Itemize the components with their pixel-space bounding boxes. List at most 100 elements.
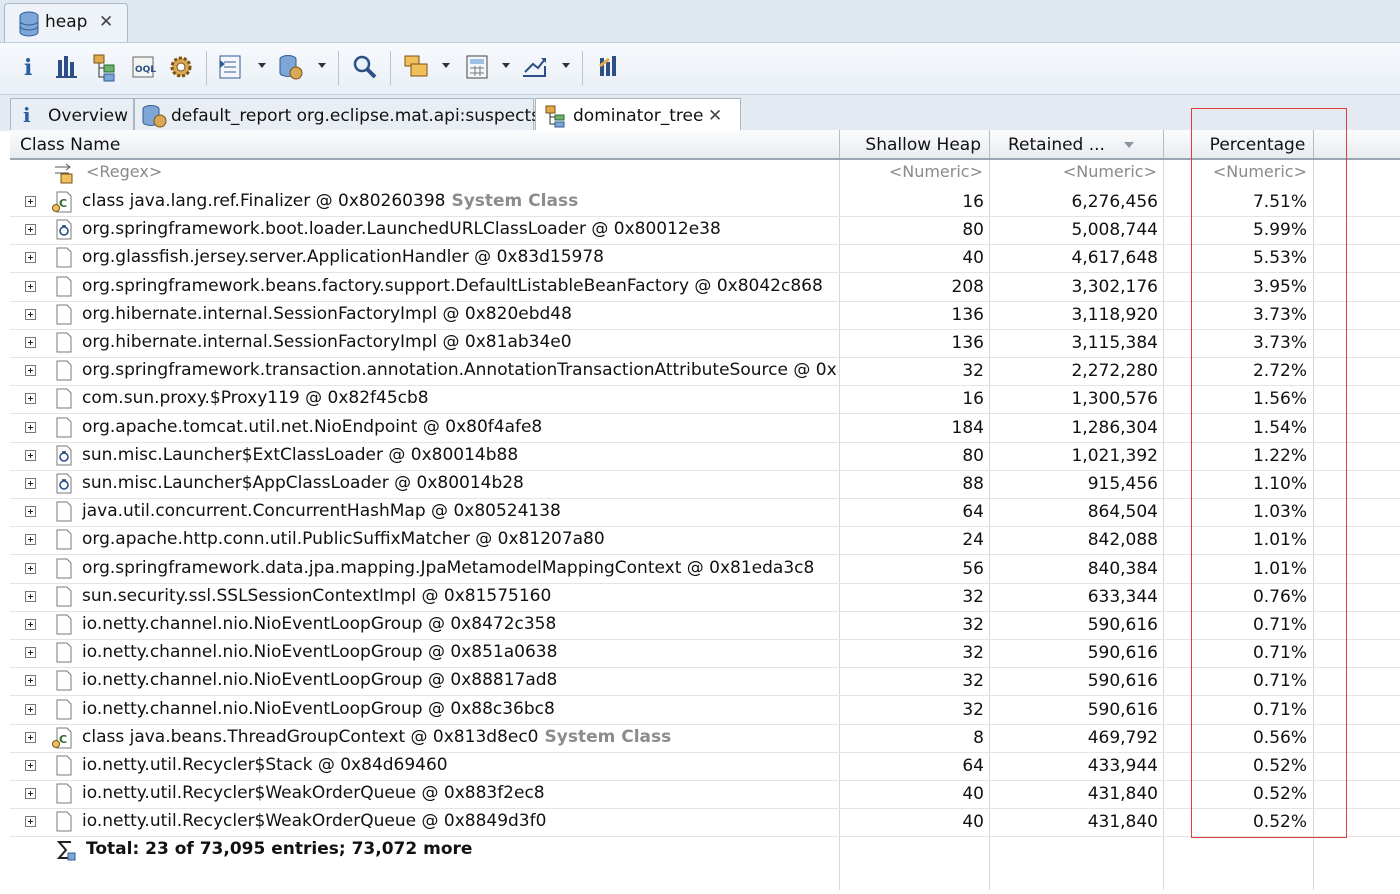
expand-icon[interactable]: [25, 562, 36, 574]
export-icon[interactable]: [520, 52, 550, 82]
table-row[interactable]: sun.misc.Launcher$ExtClassLoader @ 0x800…: [10, 442, 1400, 471]
tab-overview[interactable]: i Overview: [10, 98, 134, 132]
group-by-icon[interactable]: [402, 52, 432, 82]
table-row[interactable]: sun.misc.Launcher$AppClassLoader @ 0x800…: [10, 470, 1400, 499]
object-icon: [56, 614, 72, 635]
gear-icon[interactable]: [166, 52, 196, 82]
shallow-heap-cell: 32: [962, 615, 984, 635]
class-name-filter-input[interactable]: <Regex>: [86, 162, 162, 181]
class-name-cell: class java.beans.ThreadGroupContext @ 0x…: [82, 727, 838, 747]
query-browser-dropdown[interactable]: [258, 63, 266, 68]
heap-dump-overview-icon[interactable]: [276, 52, 306, 82]
retained-heap-cell: 3,115,384: [1071, 333, 1158, 353]
shallow-heap-cell: 136: [951, 333, 984, 353]
expand-icon[interactable]: [25, 760, 36, 771]
expand-icon[interactable]: [25, 703, 36, 715]
dominator-tree-icon[interactable]: [90, 52, 120, 82]
table-row[interactable]: Cclass java.lang.ref.Finalizer @ 0x80260…: [10, 188, 1400, 217]
table-row[interactable]: Cclass java.beans.ThreadGroupContext @ 0…: [10, 724, 1400, 753]
heap-dump-dropdown[interactable]: [318, 63, 326, 68]
oql-icon[interactable]: OQL: [128, 52, 158, 82]
table-row[interactable]: sun.security.ssl.SSLSessionContextImpl @…: [10, 583, 1400, 612]
column-header-percentage[interactable]: Percentage: [1164, 130, 1314, 158]
table-row[interactable]: org.apache.http.conn.util.PublicSuffixMa…: [10, 526, 1400, 556]
table-row[interactable]: com.sun.proxy.$Proxy119 @ 0x82f45cb8 16 1,…: [10, 385, 1400, 415]
expand-icon[interactable]: [25, 478, 36, 489]
retained-heap-filter-input[interactable]: <Numeric>: [990, 162, 1157, 181]
expand-icon[interactable]: [25, 675, 36, 687]
export-dropdown[interactable]: [562, 63, 570, 68]
shallow-heap-cell: 40: [962, 248, 984, 269]
retained-heap-cell: 842,088: [1087, 530, 1158, 551]
percentage-cell: 1.01%: [1252, 558, 1307, 579]
expand-icon[interactable]: [25, 506, 36, 518]
retained-heap-cell: 5,008,744: [1071, 220, 1158, 241]
percentage-filter-input[interactable]: <Numeric>: [1164, 162, 1307, 181]
shallow-heap-cell: 88: [962, 474, 984, 494]
table-row[interactable]: io.netty.util.Recycler$WeakOrderQueue @ …: [10, 808, 1400, 838]
tab-dominator-tree[interactable]: dominator_tree ✕: [535, 98, 741, 133]
shallow-heap-cell: 80: [962, 220, 984, 241]
table-row[interactable]: org.hibernate.internal.SessionFactoryImp…: [10, 329, 1400, 358]
column-header-retained-heap[interactable]: Retained ...: [990, 130, 1164, 158]
table-row[interactable]: io.netty.util.Recycler$Stack @ 0x84d6946…: [10, 752, 1400, 781]
shallow-heap-cell: 32: [962, 361, 984, 382]
object-label: io.netty.channel.nio.NioEventLoopGroup @…: [82, 670, 558, 691]
table-row[interactable]: org.springframework.transaction.annotati…: [10, 357, 1400, 387]
table-row[interactable]: java.util.concurrent.ConcurrentHashMap @…: [10, 498, 1400, 528]
expand-icon[interactable]: [25, 619, 36, 630]
table-row[interactable]: io.netty.channel.nio.NioEventLoopGroup @…: [10, 611, 1400, 640]
calculator-dropdown[interactable]: [502, 63, 510, 68]
expand-icon[interactable]: [25, 731, 36, 743]
info-icon[interactable]: i: [14, 52, 44, 82]
sum-icon: [56, 841, 76, 861]
close-icon[interactable]: ✕: [99, 12, 113, 32]
svg-text:C: C: [59, 733, 67, 746]
object-label: sun.security.ssl.SSLSessionContextImpl @…: [82, 585, 552, 606]
expand-icon[interactable]: [25, 421, 36, 433]
table-header: Class Name Shallow Heap Retained ... Per…: [10, 130, 1400, 160]
pin-icon[interactable]: [594, 52, 624, 82]
expand-icon[interactable]: [25, 196, 36, 207]
histogram-icon[interactable]: [52, 52, 82, 82]
column-header-class-name[interactable]: Class Name: [10, 130, 840, 158]
query-browser-icon[interactable]: [216, 52, 246, 82]
calculator-icon[interactable]: [462, 52, 492, 82]
table-row[interactable]: org.glassfish.jersey.server.ApplicationH…: [10, 244, 1400, 274]
table-row[interactable]: org.springframework.data.jpa.mapping.Jpa…: [10, 555, 1400, 584]
table-row[interactable]: org.hibernate.internal.SessionFactoryImp…: [10, 301, 1400, 330]
search-icon[interactable]: [350, 52, 380, 82]
column-header-shallow-heap[interactable]: Shallow Heap: [840, 130, 990, 158]
table-row[interactable]: io.netty.channel.nio.NioEventLoopGroup @…: [10, 696, 1400, 725]
expand-icon[interactable]: [25, 534, 36, 546]
tab-default-report[interactable]: default_report org.eclipse.mat.api:suspe…: [134, 98, 540, 132]
table-row[interactable]: io.netty.util.Recycler$WeakOrderQueue @ …: [10, 780, 1400, 810]
retained-heap-cell: 590,616: [1087, 615, 1158, 635]
percentage-cell: 1.01%: [1252, 530, 1307, 551]
retained-heap-cell: 4,617,648: [1071, 248, 1158, 269]
expand-icon[interactable]: [25, 449, 36, 461]
expand-icon[interactable]: [25, 308, 36, 320]
percentage-cell: 1.56%: [1252, 389, 1307, 410]
table-row[interactable]: io.netty.channel.nio.NioEventLoopGroup @…: [10, 667, 1400, 697]
group-by-dropdown[interactable]: [442, 63, 450, 68]
table-row[interactable]: org.apache.tomcat.util.net.NioEndpoint @…: [10, 414, 1400, 443]
retained-heap-cell: 6,276,456: [1071, 192, 1158, 212]
close-icon[interactable]: ✕: [708, 106, 722, 126]
expand-icon[interactable]: [25, 365, 36, 377]
table-row[interactable]: io.netty.channel.nio.NioEventLoopGroup @…: [10, 639, 1400, 669]
shallow-heap-filter-input[interactable]: <Numeric>: [840, 162, 983, 181]
expand-icon[interactable]: [25, 590, 36, 602]
table-row[interactable]: org.springframework.boot.loader.Launched…: [10, 216, 1400, 246]
expand-icon[interactable]: [25, 788, 36, 800]
expand-icon[interactable]: [25, 224, 36, 236]
expand-icon[interactable]: [25, 252, 36, 264]
table-row[interactable]: org.springframework.beans.factory.suppor…: [10, 273, 1400, 302]
expand-icon[interactable]: [25, 816, 36, 828]
class-name-cell: io.netty.channel.nio.NioEventLoopGroup @…: [82, 699, 838, 719]
editor-tab-heap[interactable]: heap ✕: [4, 3, 128, 43]
expand-icon[interactable]: [25, 337, 36, 348]
expand-icon[interactable]: [25, 393, 36, 405]
expand-icon[interactable]: [25, 280, 36, 292]
expand-icon[interactable]: [25, 647, 36, 659]
